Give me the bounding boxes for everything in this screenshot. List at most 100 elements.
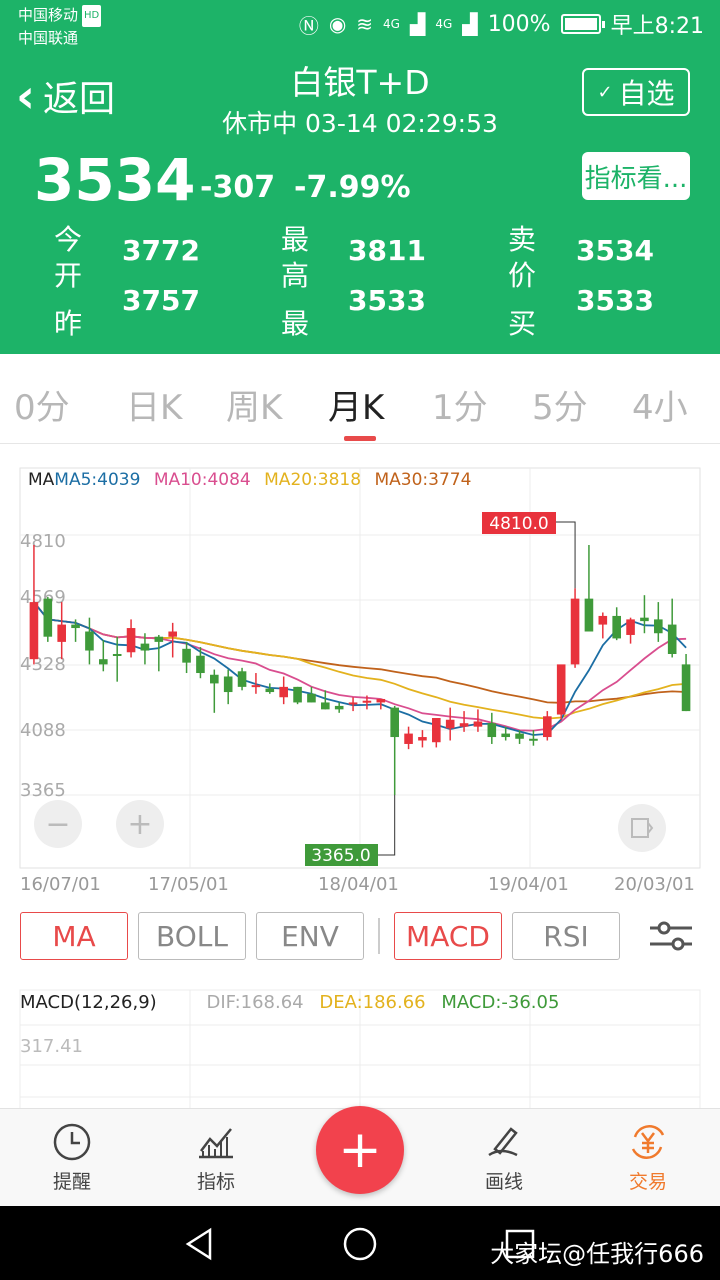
candle-body — [210, 674, 219, 684]
indicator-label: 指标 — [196, 1171, 235, 1193]
candle-body — [445, 719, 455, 729]
network-type-1: 4G — [383, 17, 400, 31]
candle-body — [640, 617, 649, 622]
active-tab-indicator — [344, 436, 376, 441]
max-leader-line — [556, 521, 576, 589]
candle-body — [57, 624, 66, 642]
carrier-1: 中国移动 — [18, 6, 79, 24]
candle-body — [598, 615, 608, 625]
zoom-out-button[interactable]: − — [34, 800, 82, 848]
status-bar-right: Ⓝ ◉ ≋ 4G ▟ 4G ▟ 100% 早上8:21 — [299, 8, 704, 40]
macd-button[interactable]: MACD — [394, 912, 502, 960]
ma-legend: MAMA5:4039 MA10:4084 MA20:3818 MA30:3774 — [28, 470, 479, 490]
candle-body — [556, 664, 566, 715]
candle-body — [112, 653, 122, 656]
nav-home-icon[interactable] — [340, 1224, 380, 1264]
tab-week-k[interactable]: 周K — [226, 380, 282, 429]
env-button[interactable]: ENV — [256, 912, 364, 960]
battery-icon — [560, 14, 605, 34]
dea-label: DEA:186.66 — [319, 992, 426, 1013]
candle-body — [681, 664, 691, 712]
candle-body — [182, 648, 191, 663]
macd-legend: MACD(12,26,9) DIF:168.64 DEA:186.66 MACD… — [20, 992, 559, 1013]
boll-button[interactable]: BOLL — [138, 912, 246, 960]
ma-prefix: MA — [28, 470, 55, 490]
ma5-label: MA5:4039 — [54, 470, 141, 490]
candle-body — [334, 705, 344, 710]
tab-day-k[interactable]: 日K — [126, 380, 182, 429]
divider — [378, 918, 380, 954]
macd-y-tick: 317.41 — [20, 1036, 83, 1057]
candle-body — [265, 688, 275, 693]
hd-badge: HD — [82, 5, 102, 27]
candle-body — [348, 702, 358, 705]
candle-body — [487, 723, 497, 738]
yen-exchange-icon — [631, 1125, 665, 1159]
eye-icon: ◉ — [328, 12, 347, 36]
max-price-label: 4810.0 — [489, 514, 548, 534]
indicator-button[interactable]: 指标 — [171, 1121, 261, 1194]
low-value: 3533 — [348, 284, 426, 317]
bid-value: 3533 — [576, 284, 654, 317]
candle-body — [667, 624, 677, 654]
candle-body — [168, 631, 177, 637]
rsi-button[interactable]: RSI — [512, 912, 620, 960]
quote-header: 中国移动 HD 中国联通 Ⓝ ◉ ≋ 4G ▟ 4G ▟ 100% 早上8:21 … — [0, 0, 720, 354]
high-value: 3811 — [348, 234, 426, 267]
candle-body — [154, 636, 164, 642]
check-icon: ✓ — [597, 81, 613, 103]
open-value: 3772 — [122, 234, 200, 267]
last-price: 3534 — [34, 146, 196, 214]
sliders-icon[interactable] — [648, 916, 694, 956]
app-root: 中国移动 HD 中国联通 Ⓝ ◉ ≋ 4G ▟ 4G ▟ 100% 早上8:21 … — [0, 0, 720, 1280]
candle-body — [376, 698, 386, 703]
candle-body — [196, 655, 205, 674]
candle-body — [404, 733, 413, 744]
ma10-label: MA10:4084 — [153, 470, 251, 490]
min-leader-line — [378, 795, 396, 856]
ma30-label: MA30:3774 — [374, 470, 472, 490]
tab-month-k[interactable]: 月K — [328, 380, 384, 429]
candle-body — [543, 716, 552, 738]
watermark: 大家坛@任我行666 — [490, 1240, 704, 1268]
add-favorite-button[interactable]: ✓ 自选 — [582, 68, 690, 116]
ma20-label: MA20:3818 — [264, 470, 362, 490]
ask-value: 3534 — [576, 234, 654, 267]
trade-button[interactable]: 交易 — [603, 1121, 693, 1194]
tab-1-min[interactable]: 1分 — [432, 380, 488, 429]
candle-body — [85, 631, 94, 651]
indicator-view-button[interactable]: 指标看... — [582, 152, 690, 200]
candle-body — [501, 733, 510, 738]
y-tick-label: 3365 — [20, 780, 66, 801]
tab-4-hour[interactable]: 4小 — [632, 380, 688, 429]
tab-period-0[interactable]: 0分 — [14, 380, 70, 429]
remind-button[interactable]: 提醒 — [27, 1121, 117, 1194]
price-change-pct: -7.99% — [294, 170, 411, 205]
zoom-in-button[interactable]: + — [116, 800, 164, 848]
kline-chart[interactable]: 4810 4569 4328 4088 3365 4810.0 3365.0 — [0, 460, 720, 870]
candle-body — [293, 686, 302, 703]
chart-icon — [199, 1128, 233, 1159]
low-label: 最 — [280, 307, 309, 340]
draw-line-button[interactable]: 画线 — [459, 1121, 549, 1194]
tab-5-min[interactable]: 5分 — [532, 380, 588, 429]
clock: 早上8:21 — [610, 14, 704, 39]
macd-title: MACD(12,26,9) — [20, 992, 157, 1013]
prev-value: 3757 — [122, 284, 200, 317]
nav-back-icon[interactable] — [180, 1224, 220, 1264]
y-tick-label: 4088 — [20, 720, 66, 741]
x-tick-label: 19/04/01 — [488, 874, 569, 895]
candle-body — [126, 628, 136, 653]
add-fab-button[interactable]: + — [316, 1106, 404, 1194]
bid-label: 买 — [507, 307, 536, 340]
ma-button[interactable]: MA — [20, 912, 128, 960]
candle-body — [584, 598, 594, 632]
candle-body — [29, 602, 39, 660]
battery-percent: 100% — [487, 11, 551, 37]
candle-body — [321, 702, 330, 710]
fullscreen-button[interactable] — [618, 804, 666, 852]
candle-body — [570, 598, 580, 665]
candle-body — [223, 676, 233, 693]
candle-body — [418, 737, 427, 741]
draw-label: 画线 — [484, 1171, 523, 1193]
